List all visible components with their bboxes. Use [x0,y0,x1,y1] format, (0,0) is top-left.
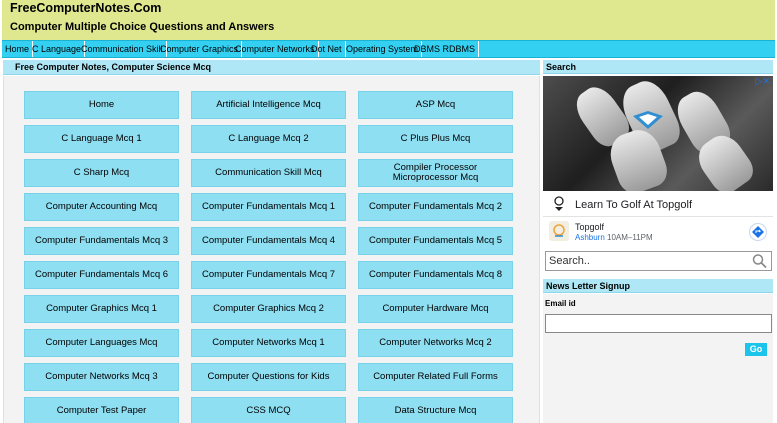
site-header: FreeComputerNotes.Com Computer Multiple … [2,0,775,40]
ad-divider [543,216,773,217]
topic-tile[interactable]: Computer Graphics Mcq 1 [24,295,179,323]
topic-tile[interactable]: Artificial Intelligence Mcq [191,91,346,119]
topic-tile[interactable]: Computer Fundamentals Mcq 1 [191,193,346,221]
topic-tile[interactable]: Computer Fundamentals Mcq 4 [191,227,346,255]
email-label: Email id [545,299,576,308]
topic-tile[interactable]: Computer Fundamentals Mcq 2 [358,193,513,221]
ad-location: Ashburn 10AM–11PM [575,233,653,242]
topic-tile[interactable]: Computer Accounting Mcq [24,193,179,221]
topic-tile[interactable]: Computer Networks Mcq 1 [191,329,346,357]
ad-brand-name[interactable]: Topgolf [575,222,604,232]
nav-item-computer-networks[interactable]: Computer Networks [232,41,319,57]
topic-tile[interactable]: Communication Skill Mcq [191,159,346,187]
main-nav: Home C Language Communication Skill Comp… [2,40,775,58]
topic-tile[interactable]: Computer Networks Mcq 3 [24,363,179,391]
content-heading-bar: Free Computer Notes, Computer Science Mc… [3,60,540,75]
go-button[interactable]: Go [745,343,767,356]
topic-tile[interactable]: C Language Mcq 2 [191,125,346,153]
search-input[interactable] [545,251,772,271]
topic-tile[interactable]: Computer Questions for Kids [191,363,346,391]
topgolf-brand-logo [549,221,569,241]
search-icon[interactable] [751,253,769,269]
topic-tile[interactable]: C Sharp Mcq [24,159,179,187]
site-tagline: Computer Multiple Choice Questions and A… [10,21,275,33]
topic-tile[interactable]: Computer Languages Mcq [24,329,179,357]
ad-location-hours: 10AM–11PM [607,233,653,242]
ad-choices-icon[interactable]: ▷✕ [756,76,770,87]
topgolf-logo-icon [554,196,564,211]
topic-tile[interactable]: C Language Mcq 1 [24,125,179,153]
ad-headline[interactable]: Learn To Golf At Topgolf [575,199,692,211]
topic-tile[interactable]: Computer Related Full Forms [358,363,513,391]
ad-golf-clubs-image[interactable] [543,76,773,191]
search-heading-bar: Search [543,60,773,74]
site-title[interactable]: FreeComputerNotes.Com [10,1,161,15]
newsletter-heading: News Letter Signup [546,281,631,291]
topic-tile[interactable]: C Plus Plus Mcq [358,125,513,153]
ad-banner[interactable]: ▷✕ Learn To Golf At Topgolf Topgolf Ashb… [543,76,773,247]
topic-tile[interactable]: Computer Fundamentals Mcq 6 [24,261,179,289]
topic-tile[interactable]: Computer Fundamentals Mcq 7 [191,261,346,289]
topic-tile[interactable]: Compiler Processor Microprocessor Mcq [358,159,513,187]
newsletter-heading-bar: News Letter Signup [543,279,773,293]
directions-icon[interactable] [749,223,767,241]
topic-tile[interactable]: Computer Hardware Mcq [358,295,513,323]
topic-tile[interactable]: Home [24,91,179,119]
email-field[interactable] [545,314,772,333]
topic-tile[interactable]: Computer Test Paper [24,397,179,423]
topic-tile[interactable]: Computer Fundamentals Mcq 5 [358,227,513,255]
ad-location-city[interactable]: Ashburn [575,233,605,242]
content-title: Free Computer Notes, Computer Science Mc… [15,62,212,72]
topic-tile[interactable]: CSS MCQ [191,397,346,423]
nav-item-communication-skill[interactable]: Communication Skill [78,41,167,57]
nav-item-dbms-rdbms[interactable]: DBMS RDBMS [411,41,480,57]
topgolf-club-emblem [633,111,663,129]
topic-tile[interactable]: Computer Networks Mcq 2 [358,329,513,357]
topic-tile[interactable]: Computer Fundamentals Mcq 3 [24,227,179,255]
nav-item-dot-net[interactable]: Dot Net [308,41,346,57]
topic-tile[interactable]: Computer Graphics Mcq 2 [191,295,346,323]
topic-tile[interactable]: ASP Mcq [358,91,513,119]
search-heading: Search [546,62,577,72]
topic-tile[interactable]: Computer Fundamentals Mcq 8 [358,261,513,289]
topic-tile[interactable]: Data Structure Mcq [358,397,513,423]
nav-item-computer-graphics[interactable]: Computer Graphics [157,41,243,57]
nav-item-c-language[interactable]: C Language [29,41,86,57]
